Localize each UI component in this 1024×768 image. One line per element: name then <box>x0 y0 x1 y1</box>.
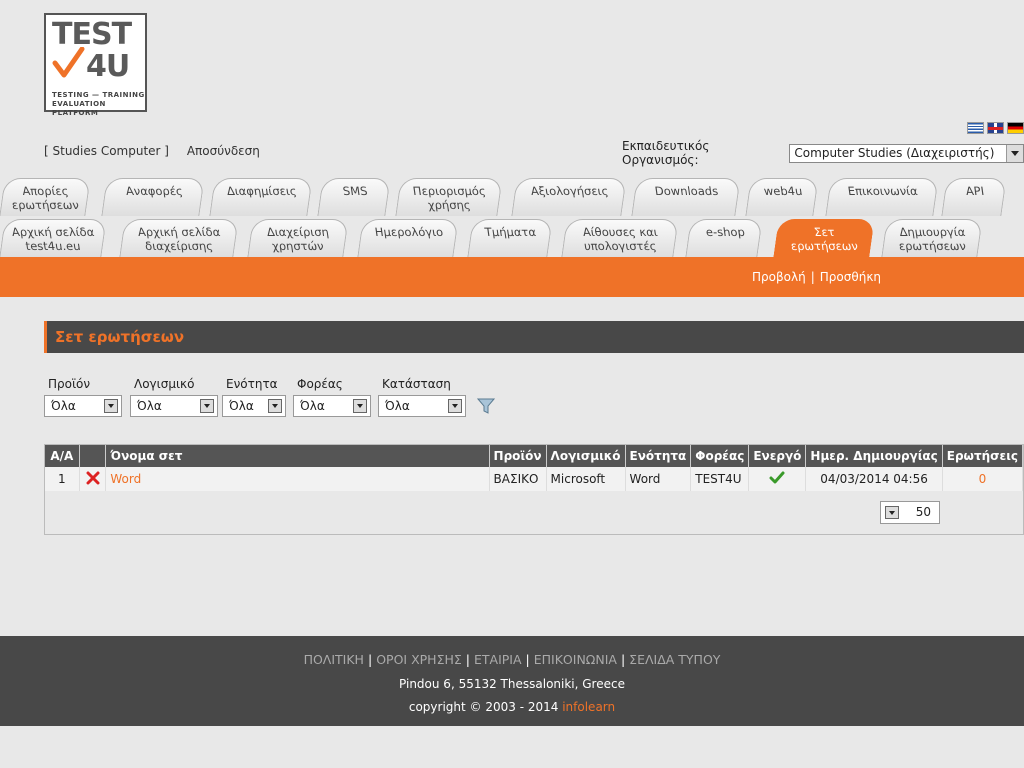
greek-flag-icon[interactable] <box>967 122 984 134</box>
footer-link-terms[interactable]: ΟΡΟΙ ΧΡΗΣΗΣ <box>376 652 462 667</box>
footer-link-press[interactable]: ΣΕΛΙΔΑ ΤΥΠΟΥ <box>629 652 720 667</box>
col-delete <box>79 445 107 467</box>
chevron-down-icon[interactable] <box>353 399 367 413</box>
col-questions[interactable]: Ερωτήσεις <box>942 445 1024 467</box>
status-select[interactable]: Όλα <box>378 395 466 417</box>
footer-links: ΠΟΛΙΤΙΚΗ | ΟΡΟΙ ΧΡΗΣΗΣ | ΕΤΑΙΡΙΑ | ΕΠΙΚΟΙΝΩΝΙΑ… <box>303 652 721 667</box>
tab-sms[interactable]: SMS <box>317 178 391 216</box>
tab-contact[interactable]: Επικοινωνία <box>825 178 939 216</box>
logo[interactable]: TEST 4U TESTING — TRAINING EVALUATION PL… <box>44 13 147 117</box>
chevron-down-icon[interactable] <box>268 399 282 413</box>
col-active[interactable]: Ενεργό <box>748 445 807 467</box>
footer-link-company[interactable]: ΕΤΑΙΡΙΑ <box>474 652 522 667</box>
tab-departments[interactable]: Τμήματα <box>467 219 553 257</box>
tab-ads[interactable]: Διαφημίσεις <box>209 178 313 216</box>
infolearn-link[interactable]: infolearn <box>562 700 615 714</box>
view-link[interactable]: Προβολή <box>752 270 806 284</box>
active-check-icon[interactable] <box>748 467 807 491</box>
col-aa[interactable]: Α/Α <box>45 445 80 467</box>
tab-home-test4u[interactable]: Αρχική σελίδα test4u.eu <box>0 219 107 257</box>
product-select[interactable]: Όλα <box>44 395 122 417</box>
col-product[interactable]: Προϊόν <box>489 445 547 467</box>
logo-text-4u: 4U <box>86 49 130 84</box>
col-unit[interactable]: Ενότητα <box>625 445 692 467</box>
col-provider[interactable]: Φορέας <box>690 445 750 467</box>
row-product: ΒΑΣΙΚΟ <box>489 467 547 491</box>
tab-user-management[interactable]: Διαχείριση χρηστών <box>247 219 349 257</box>
row-created: 04/03/2014 04:56 <box>805 467 943 491</box>
page-title: Σετ ερωτήσεων <box>44 321 1024 353</box>
add-link[interactable]: Προσθήκη <box>820 270 881 284</box>
tab-reports[interactable]: Αναφορές <box>101 178 205 216</box>
subnav: Προβολή | Προσθήκη <box>752 270 881 284</box>
provider-select[interactable]: Όλα <box>293 395 371 417</box>
tab-admin-home[interactable]: Αρχική σελίδα διαχείρισης <box>119 219 239 257</box>
table-row: 1 Word ΒΑΣΙΚΟ Microsoft Word TEST4U 04/0… <box>45 467 1024 491</box>
username-link[interactable]: [ Studies Computer ] <box>44 144 169 158</box>
tab-rooms-computers[interactable]: Αίθουσες και υπολογιστές <box>561 219 679 257</box>
footer-copyright: copyright © 2003 - 2014 infolearn <box>408 700 616 714</box>
tab-web4u[interactable]: web4u <box>745 178 819 216</box>
row-software: Microsoft <box>546 467 626 491</box>
org-select[interactable]: Computer Studies (Διαχειριστής) <box>789 143 1024 163</box>
col-name[interactable]: Όνομα σετ <box>105 445 490 467</box>
filter-funnel-icon[interactable] <box>477 397 495 415</box>
footer-address: Pindou 6, 55132 Thessaloniki, Greece <box>399 677 625 691</box>
logo-tagline: TESTING — TRAINING EVALUATION PLATFORM <box>52 91 145 117</box>
chevron-down-icon[interactable] <box>200 399 214 413</box>
tab-api[interactable]: API <box>941 178 1007 216</box>
row-provider: TEST4U <box>690 467 750 491</box>
col-software[interactable]: Λογισμικό <box>546 445 626 467</box>
software-select[interactable]: Όλα <box>130 395 218 417</box>
delete-icon[interactable] <box>79 467 107 491</box>
row-aa: 1 <box>45 467 80 491</box>
user-bar: [ Studies Computer ] Αποσύνδεση <box>44 144 274 158</box>
tab-usage-limit[interactable]: Περιορισμός χρήσης <box>395 178 503 216</box>
row-unit: Word <box>625 467 692 491</box>
checkmark-icon <box>52 47 85 78</box>
set-name-link[interactable]: Word <box>105 467 490 491</box>
org-selector: Εκπαιδευτικός Οργανισμός: Computer Studi… <box>622 139 1024 167</box>
row-questions-link[interactable]: 0 <box>942 467 1024 491</box>
filter-status: Κατάσταση Όλα <box>378 377 466 417</box>
col-created[interactable]: Ημερ. Δημιουργίας <box>805 445 943 467</box>
footer-link-policy[interactable]: ΠΟΛΙΤΙΚΗ <box>304 652 364 667</box>
chevron-down-icon[interactable] <box>448 399 462 413</box>
question-sets-table: Α/Α Όνομα σετ Προϊόν Λογισμικό Ενότητα Φ… <box>44 444 1024 535</box>
footer-link-contact[interactable]: ΕΠΙΚΟΙΝΩΝΙΑ <box>534 652 617 667</box>
tab-create-questions[interactable]: Δημιουργία ερωτήσεων <box>881 219 983 257</box>
filter-provider: Φορέας Όλα <box>293 377 371 417</box>
filter-unit: Ενότητα Όλα <box>222 377 286 417</box>
english-flag-icon[interactable] <box>987 122 1004 134</box>
footer: ΠΟΛΙΤΙΚΗ | ΟΡΟΙ ΧΡΗΣΗΣ | ΕΤΑΙΡΙΑ | ΕΠΙΚΟΙΝΩΝΙΑ… <box>0 636 1024 726</box>
language-flags <box>967 122 1024 134</box>
tab-questions-doubts[interactable]: Απορίες ερωτήσεων <box>0 178 91 216</box>
unit-select[interactable]: Όλα <box>222 395 286 417</box>
org-label: Εκπαιδευτικός Οργανισμός: <box>622 139 710 167</box>
tab-eshop[interactable]: e-shop <box>685 219 763 257</box>
table-header-row: Α/Α Όνομα σετ Προϊόν Λογισμικό Ενότητα Φ… <box>45 445 1024 467</box>
filter-software: Λογισμικό Όλα <box>130 377 218 417</box>
chevron-down-icon[interactable] <box>104 399 118 413</box>
filter-product: Προϊόν Όλα <box>44 377 122 417</box>
tab-question-sets[interactable]: Σετ ερωτήσεων <box>773 219 875 257</box>
tab-downloads[interactable]: Downloads <box>631 178 741 216</box>
logout-link[interactable]: Αποσύνδεση <box>187 144 260 158</box>
chevron-down-icon[interactable] <box>885 506 899 519</box>
chevron-down-icon[interactable] <box>1006 144 1023 162</box>
page-size-select[interactable]: 50 <box>880 501 940 524</box>
tab-calendar[interactable]: Ημερολόγιο <box>357 219 459 257</box>
tab-evaluations[interactable]: Αξιολογήσεις <box>511 178 627 216</box>
german-flag-icon[interactable] <box>1007 122 1024 134</box>
